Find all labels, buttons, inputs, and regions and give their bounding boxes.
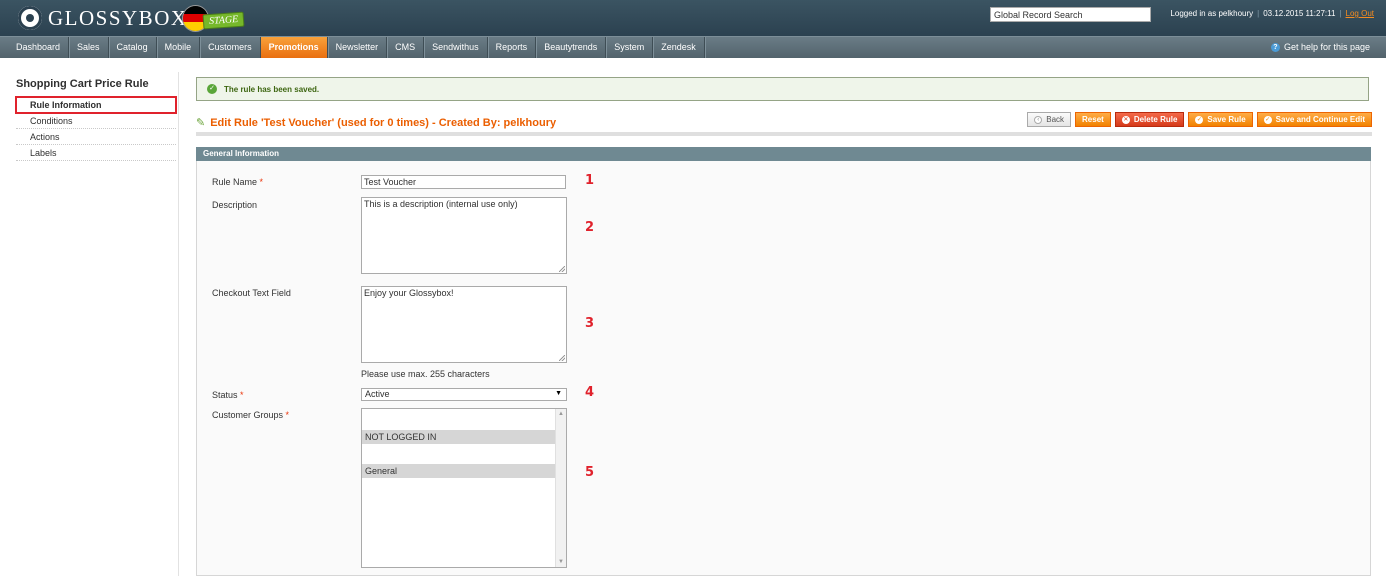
delete-rule-button[interactable]: ✕ Delete Rule — [1114, 112, 1185, 127]
checkmark-icon: ✓ — [207, 84, 217, 94]
scroll-up-icon[interactable]: ▲ — [558, 411, 564, 417]
checkout-text-label: Checkout Text Field — [212, 288, 291, 298]
section-header: General Information — [196, 147, 1371, 161]
customer-groups-label: Customer Groups * — [212, 410, 290, 420]
global-search-input[interactable] — [990, 7, 1151, 22]
status-select[interactable]: Active ▼ — [361, 388, 567, 401]
status-label: Status * — [212, 390, 244, 400]
sidebar: Shopping Cart Price Rule Rule Informatio… — [15, 78, 177, 161]
save-continue-check-icon: ✓ — [1263, 115, 1272, 124]
rule-name-label: Rule Name * — [212, 177, 264, 187]
description-textarea[interactable]: This is a description (internal use only… — [361, 197, 567, 274]
annotation-marker-5: 5 — [585, 465, 595, 480]
nav-item-promotions[interactable]: Promotions — [260, 37, 328, 58]
nav-item-mobile[interactable]: Mobile — [157, 37, 201, 58]
nav-item-beautytrends[interactable]: Beautytrends — [536, 37, 607, 58]
chevron-down-icon: ▼ — [555, 390, 562, 397]
customer-group-option[interactable]: General — [362, 464, 559, 478]
nav-item-dashboard[interactable]: Dashboard — [8, 37, 70, 58]
reset-button[interactable]: Reset — [1075, 112, 1111, 127]
annotation-marker-3: 3 — [585, 316, 595, 331]
description-label: Description — [212, 200, 258, 210]
logout-link[interactable]: Log Out — [1346, 9, 1374, 18]
annotation-marker-1: 1 — [585, 173, 595, 188]
form-buttons: ‹ Back Reset ✕ Delete Rule ✓ Save Rule ✓ Sav… — [1027, 112, 1372, 127]
resize-handle-icon[interactable] — [559, 355, 565, 361]
resize-handle-icon[interactable] — [559, 266, 565, 272]
annotation-marker-2: 2 — [585, 220, 595, 235]
multiselect-scrollbar[interactable]: ▲ ▼ — [555, 409, 566, 567]
header-datetime: 03.12.2015 11:27:11 — [1263, 9, 1336, 18]
success-text: The rule has been saved. — [224, 84, 320, 94]
rule-name-input[interactable]: Test Voucher — [361, 175, 566, 189]
nav-item-system[interactable]: System — [606, 37, 654, 58]
save-rule-button[interactable]: ✓ Save Rule — [1188, 112, 1253, 127]
save-check-icon: ✓ — [1195, 115, 1204, 124]
help-link[interactable]: ? Get help for this page — [1270, 37, 1370, 58]
sidebar-item-actions[interactable]: Actions — [16, 129, 176, 145]
success-message: ✓ The rule has been saved. — [196, 77, 1369, 101]
annotation-marker-4: 4 — [585, 385, 595, 400]
nav-item-zendesk[interactable]: Zendesk — [653, 37, 705, 58]
sidebar-item-conditions[interactable]: Conditions — [16, 113, 176, 129]
help-icon: ? — [1270, 43, 1280, 52]
stage-badge: STAGE — [202, 11, 245, 29]
customer-groups-multiselect[interactable]: NOT LOGGED IN General ▲ ▼ — [361, 408, 567, 568]
customer-group-option[interactable]: NOT LOGGED IN — [362, 430, 559, 444]
page-title: ✎ Edit Rule 'Test Voucher' (used for 0 t… — [196, 116, 557, 130]
sidebar-item-labels[interactable]: Labels — [16, 145, 176, 161]
edit-rule-icon: ✎ — [196, 117, 206, 129]
back-arrow-icon: ‹ — [1034, 115, 1043, 124]
logged-in-text: Logged in as pelkhoury — [1170, 9, 1254, 18]
save-and-continue-button[interactable]: ✓ Save and Continue Edit — [1256, 112, 1372, 127]
glossybox-logo-icon — [18, 6, 42, 30]
header-user-info: Logged in as pelkhoury | 03.12.2015 11:27:… — [1170, 9, 1374, 18]
delete-icon: ✕ — [1121, 115, 1130, 124]
nav-item-cms[interactable]: CMS — [387, 37, 425, 58]
page-head: ✎ Edit Rule 'Test Voucher' (used for 0 t… — [196, 112, 1372, 136]
main-nav: Dashboard Sales Catalog Mobile Customers… — [0, 36, 1386, 58]
nav-item-newsletter[interactable]: Newsletter — [328, 37, 388, 58]
help-label: Get help for this page — [1283, 42, 1370, 52]
nav-item-customers[interactable]: Customers — [200, 37, 261, 58]
logo-text: GLOSSYBOX — [48, 5, 188, 30]
nav-item-catalog[interactable]: Catalog — [109, 37, 157, 58]
nav-item-sales[interactable]: Sales — [69, 37, 109, 58]
page-title-text: Edit Rule 'Test Voucher' (used for 0 tim… — [210, 116, 557, 129]
sidebar-title: Shopping Cart Price Rule — [16, 78, 149, 90]
back-button[interactable]: ‹ Back — [1027, 112, 1072, 127]
sidebar-item-rule-information[interactable]: Rule Information — [15, 96, 177, 114]
admin-header: GLOSSYBOX STAGE Logged in as pelkhoury|0… — [0, 0, 1386, 36]
checkout-text-note: Please use max. 255 characters — [361, 369, 490, 379]
logo[interactable]: GLOSSYBOX STAGE — [18, 4, 245, 32]
nav-item-reports[interactable]: Reports — [488, 37, 537, 58]
scroll-down-icon[interactable]: ▼ — [558, 559, 564, 565]
sidebar-divider — [178, 72, 179, 576]
checkout-text-textarea[interactable]: Enjoy your Glossybox! — [361, 286, 567, 363]
nav-item-sendwithus[interactable]: Sendwithus — [424, 37, 488, 58]
